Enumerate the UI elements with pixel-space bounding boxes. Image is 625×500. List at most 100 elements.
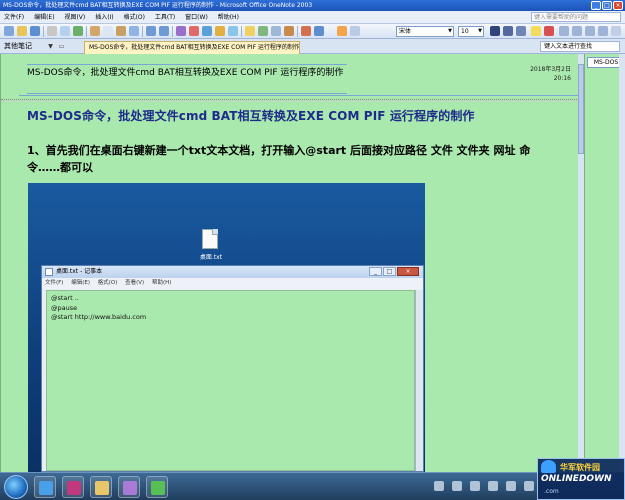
selection-icon[interactable] bbox=[202, 26, 212, 36]
menu-file[interactable]: 文件(F) bbox=[0, 11, 28, 24]
bold-icon[interactable] bbox=[490, 26, 500, 36]
start-button[interactable] bbox=[4, 475, 28, 499]
decrease-indent-icon[interactable] bbox=[585, 26, 595, 36]
page-canvas[interactable]: MS-DOS命令，批处理文件cmd BAT相互转换及EXE COM PIF 运行… bbox=[0, 54, 584, 472]
ink-width-icon[interactable] bbox=[314, 26, 324, 36]
paste-icon[interactable] bbox=[116, 26, 126, 36]
increase-indent-icon[interactable] bbox=[598, 26, 608, 36]
network-icon[interactable] bbox=[506, 481, 516, 491]
text-color-icon[interactable] bbox=[544, 26, 554, 36]
highlighter-icon[interactable] bbox=[215, 26, 225, 36]
toolbar-separator bbox=[172, 26, 173, 37]
toolbar-separator bbox=[297, 26, 298, 37]
eraser-icon[interactable] bbox=[189, 26, 199, 36]
task-pane-search[interactable]: 键入文本进行查找 bbox=[540, 41, 620, 52]
notebook-name[interactable]: 其他笔记 bbox=[4, 41, 32, 52]
page-heading[interactable]: MS-DOS命令，批处理文件cmd BAT相互转换及EXE COM PIF 运行… bbox=[27, 108, 475, 124]
menu-edit[interactable]: 编辑(E) bbox=[30, 11, 58, 24]
system-tray bbox=[434, 481, 534, 491]
tray-icon[interactable] bbox=[452, 481, 462, 491]
notepad-line: @pause bbox=[51, 303, 78, 312]
taskbar-app-explorer[interactable] bbox=[90, 476, 112, 498]
watermark-en: ONLINEDOWN bbox=[541, 474, 612, 484]
bullets-icon[interactable] bbox=[559, 26, 569, 36]
font-name-select[interactable]: 宋体 ▼ bbox=[396, 26, 454, 37]
desktop-file-label: 桌面.txt bbox=[199, 254, 223, 261]
tray-icon[interactable] bbox=[434, 481, 444, 491]
undo-icon[interactable] bbox=[146, 26, 156, 36]
notepad-menu-item: 帮助(H) bbox=[151, 280, 172, 286]
menu-tools[interactable]: 工具(T) bbox=[151, 11, 179, 24]
highlight-color-icon[interactable] bbox=[531, 26, 541, 36]
tray-icon[interactable] bbox=[470, 481, 480, 491]
open-icon[interactable] bbox=[17, 26, 27, 36]
taskbar-app-chat[interactable] bbox=[146, 476, 168, 498]
notepad-text-area: @start .. @pause @start http://www.baidu… bbox=[46, 290, 415, 471]
italic-icon[interactable] bbox=[503, 26, 513, 36]
volume-icon[interactable] bbox=[524, 481, 534, 491]
underline-icon[interactable] bbox=[516, 26, 526, 36]
pen-icon[interactable] bbox=[176, 26, 186, 36]
menu-help[interactable]: 帮助(H) bbox=[214, 11, 243, 24]
menu-insert[interactable]: 插入(I) bbox=[91, 11, 117, 24]
toolbar: 宋体 ▼ 10 ▼ bbox=[0, 24, 625, 39]
menu-window[interactable]: 窗口(W) bbox=[181, 11, 212, 24]
tray-icon[interactable] bbox=[488, 481, 498, 491]
text-file-icon bbox=[202, 229, 218, 249]
page-time: 20:16 bbox=[553, 75, 571, 82]
notepad-window-controls: _ □ × bbox=[369, 267, 419, 276]
taskbar-app-media[interactable] bbox=[62, 476, 84, 498]
taskbar-app-onenote[interactable] bbox=[118, 476, 140, 498]
insert-space-icon[interactable] bbox=[228, 26, 238, 36]
notepad-line: @start .. bbox=[51, 294, 79, 302]
page-header: MS-DOS命令，批处理文件cmd BAT相互转换及EXE COM PIF 运行… bbox=[19, 60, 581, 96]
embedded-screenshot[interactable]: 桌面.txt 桌面.txt - 记事本 _ □ × 文件(F) 编辑(E) 格式… bbox=[28, 183, 425, 472]
copy-icon[interactable] bbox=[103, 26, 113, 36]
page-list-scrollbar[interactable] bbox=[619, 54, 625, 472]
numbering-icon[interactable] bbox=[572, 26, 582, 36]
tab-current-page[interactable]: MS-DOS命令，批处理文件cmd BAT相互转换及EXE COM PIF 运行… bbox=[84, 41, 300, 54]
chevron-down-icon[interactable]: ▼ bbox=[46, 42, 55, 51]
menu-format[interactable]: 格式(O) bbox=[120, 11, 149, 24]
cut-icon[interactable] bbox=[90, 26, 100, 36]
minimize-button[interactable]: _ bbox=[591, 1, 601, 10]
toolbar-options-icon[interactable] bbox=[611, 26, 621, 36]
redo-icon[interactable] bbox=[159, 26, 169, 36]
font-size-select[interactable]: 10 ▼ bbox=[458, 26, 484, 37]
style-icon[interactable] bbox=[350, 26, 360, 36]
spelling-icon[interactable] bbox=[73, 26, 83, 36]
notepad-scrollbar bbox=[415, 290, 423, 471]
onenote-icon bbox=[123, 481, 137, 495]
notebook-tab-bar: 其他笔记 ▼ ▭ MS-DOS命令，批处理文件cmd BAT相互转换及EXE C… bbox=[0, 39, 625, 54]
page-title[interactable]: MS-DOS命令，批处理文件cmd BAT相互转换及EXE COM PIF 运行… bbox=[27, 64, 347, 94]
taskbar bbox=[0, 472, 625, 500]
save-icon[interactable] bbox=[30, 26, 40, 36]
toolbar-separator bbox=[241, 26, 242, 37]
print-icon[interactable] bbox=[47, 26, 57, 36]
step-paragraph[interactable]: 1、首先我们在桌面右键新建一个txt文本文档，打开输入@start 后面接对应路… bbox=[27, 142, 547, 176]
close-button[interactable]: × bbox=[613, 1, 623, 10]
help-search-box[interactable]: 键入需要帮助的问题 bbox=[531, 12, 621, 22]
notepad-maximize-icon: □ bbox=[383, 267, 396, 276]
note-container-handle[interactable] bbox=[1, 99, 584, 102]
taskbar-app-browser[interactable] bbox=[34, 476, 56, 498]
notebook-folder-icon[interactable]: ▭ bbox=[57, 42, 66, 51]
notepad-window: 桌面.txt - 记事本 _ □ × 文件(F) 编辑(E) 格式(O) 查看(… bbox=[41, 265, 424, 472]
outline-icon[interactable] bbox=[284, 26, 294, 36]
audio-icon[interactable] bbox=[258, 26, 268, 36]
pen-color-icon[interactable] bbox=[301, 26, 311, 36]
chevron-down-icon: ▼ bbox=[478, 28, 482, 34]
menu-view[interactable]: 视图(V) bbox=[60, 11, 89, 24]
zoom-icon[interactable] bbox=[271, 26, 281, 36]
chevron-down-icon: ▼ bbox=[448, 28, 452, 34]
maximize-button[interactable]: □ bbox=[602, 1, 612, 10]
font-name-value: 宋体 bbox=[399, 28, 412, 35]
chat-icon bbox=[151, 481, 165, 495]
notepad-line: @start http://www.baidu.com bbox=[51, 313, 147, 321]
format-painter-icon[interactable] bbox=[129, 26, 139, 36]
font-color-icon[interactable] bbox=[337, 26, 347, 36]
preview-icon[interactable] bbox=[60, 26, 70, 36]
folder-icon bbox=[95, 481, 109, 495]
note-flag-icon[interactable] bbox=[245, 26, 255, 36]
new-page-icon[interactable] bbox=[4, 26, 14, 36]
